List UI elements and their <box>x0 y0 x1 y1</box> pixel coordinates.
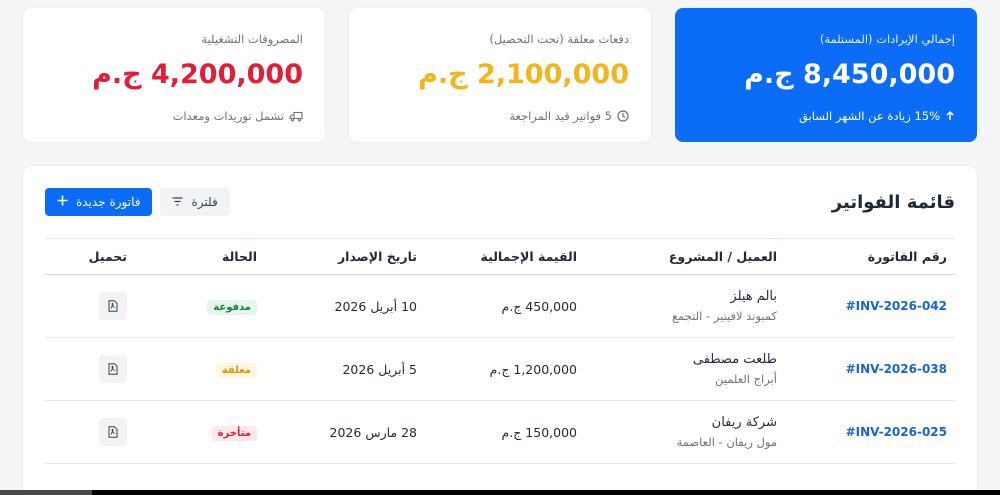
pending-card: دفعات معلقة (تحت التحصيل) 2,100,000 ج.م … <box>349 8 651 142</box>
header-total-value: القيمة الإجمالية <box>425 238 585 275</box>
download-cell <box>45 400 135 464</box>
download-cell <box>45 337 135 401</box>
panel-header: قائمة الفواتير فلترة فاتورة جديدة <box>45 188 955 216</box>
invoice-number-link[interactable]: #INV-2026-038 <box>785 337 955 401</box>
amount: 1,200,000 ج.م <box>425 337 585 401</box>
client-name: شركة ريفان <box>711 415 777 430</box>
filter-label: فلترة <box>191 195 218 209</box>
pdf-download-button[interactable] <box>99 292 127 320</box>
invoice-number[interactable]: #INV-2026-025 <box>793 425 947 439</box>
expenses-note-text: تشمل توريدات ومعدات <box>172 109 284 123</box>
client-cell: بالم هيلز كمبوند لافينير - التجمع <box>585 274 785 338</box>
table-row: #INV-2026-025 شركة ريفان مول ريفان - الع… <box>45 400 955 464</box>
table-row: #INV-2026-038 طلعت مصطفى أبراج العلمين 1… <box>45 337 955 401</box>
expenses-note: تشمل توريدات ومعدات <box>45 109 303 123</box>
filter-icon <box>172 195 183 209</box>
status-badge: معلقة <box>215 362 257 378</box>
revenue-note: 15% زيادة عن الشهر السابق <box>697 109 955 123</box>
scrollbar-thumb[interactable] <box>0 490 92 495</box>
pending-note: 5 فواتير قيد المراجعة <box>371 109 629 123</box>
client-cell: شركة ريفان مول ريفان - العاصمة <box>585 400 785 464</box>
client-cell: طلعت مصطفى أبراج العلمين <box>585 337 785 401</box>
expenses-value: 4,200,000 ج.م <box>92 59 303 90</box>
expenses-label: المصروفات التشغيلية <box>201 32 303 46</box>
pending-label: دفعات معلقة (تحت التحصيل) <box>489 32 629 46</box>
issue-date: 28 مارس 2026 <box>265 400 425 464</box>
client-name: بالم هيلز <box>730 289 777 304</box>
issue-date: 5 أبريل 2026 <box>265 337 425 401</box>
amount: 150,000 ج.م <box>425 400 585 464</box>
new-invoice-button[interactable]: فاتورة جديدة <box>45 188 153 216</box>
table-header-row: رقم الفاتورة العميل / المشروع القيمة الإ… <box>45 238 955 275</box>
new-invoice-label: فاتورة جديدة <box>76 195 141 209</box>
invoice-number[interactable]: #INV-2026-038 <box>793 362 947 376</box>
arrow-up-icon <box>945 111 955 121</box>
status-cell: متأخرة <box>135 400 265 464</box>
revenue-label: إجمالي الإيرادات (المستلمة) <box>819 32 955 46</box>
panel-title: قائمة الفواتير <box>831 191 955 213</box>
pending-note-text: 5 فواتير قيد المراجعة <box>509 109 612 123</box>
revenue-card: إجمالي الإيرادات (المستلمة) 8,450,000 ج.… <box>675 8 977 142</box>
revenue-note-text: 15% زيادة عن الشهر السابق <box>798 109 940 123</box>
invoice-number-link[interactable]: #INV-2026-025 <box>785 400 955 464</box>
invoices-table: رقم الفاتورة العميل / المشروع القيمة الإ… <box>45 238 955 464</box>
truck-icon <box>289 111 303 122</box>
bottom-scrollbar[interactable] <box>0 490 1000 495</box>
header-client-project: العميل / المشروع <box>585 238 785 275</box>
status-badge: مدفوعة <box>207 299 257 315</box>
table-row: #INV-2026-042 بالم هيلز كمبوند لافينير -… <box>45 274 955 338</box>
pdf-download-button[interactable] <box>99 418 127 446</box>
panel-actions: فلترة فاتورة جديدة <box>45 188 230 216</box>
invoice-number-link[interactable]: #INV-2026-042 <box>785 274 955 338</box>
filter-button[interactable]: فلترة <box>160 188 230 216</box>
client-name: طلعت مصطفى <box>692 352 777 367</box>
pdf-download-button[interactable] <box>99 355 127 383</box>
plus-icon <box>57 195 68 209</box>
header-download: تحميل <box>45 238 135 275</box>
revenue-value: 8,450,000 ج.م <box>744 59 955 90</box>
header-status: الحالة <box>135 238 265 275</box>
project-name: مول ريفان - العاصمة <box>676 435 777 449</box>
issue-date: 10 أبريل 2026 <box>265 274 425 338</box>
pending-value: 2,100,000 ج.م <box>418 59 629 90</box>
pdf-icon <box>108 300 118 312</box>
pdf-icon <box>108 363 118 375</box>
project-name: كمبوند لافينير - التجمع <box>671 309 777 323</box>
invoice-number[interactable]: #INV-2026-042 <box>793 299 947 313</box>
clock-icon <box>617 110 629 122</box>
project-name: أبراج العلمين <box>715 372 777 386</box>
amount: 450,000 ج.م <box>425 274 585 338</box>
status-cell: مدفوعة <box>135 274 265 338</box>
header-invoice-number: رقم الفاتورة <box>785 238 955 275</box>
summary-cards: إجمالي الإيرادات (المستلمة) 8,450,000 ج.… <box>23 8 977 142</box>
download-cell <box>45 274 135 338</box>
pdf-icon <box>108 426 118 438</box>
status-badge: متأخرة <box>211 425 257 441</box>
invoices-panel: قائمة الفواتير فلترة فاتورة جديدة رقم ال… <box>23 166 977 495</box>
status-cell: معلقة <box>135 337 265 401</box>
expenses-card: المصروفات التشغيلية 4,200,000 ج.م تشمل ت… <box>23 8 325 142</box>
header-issue-date: تاريخ الإصدار <box>265 238 425 275</box>
